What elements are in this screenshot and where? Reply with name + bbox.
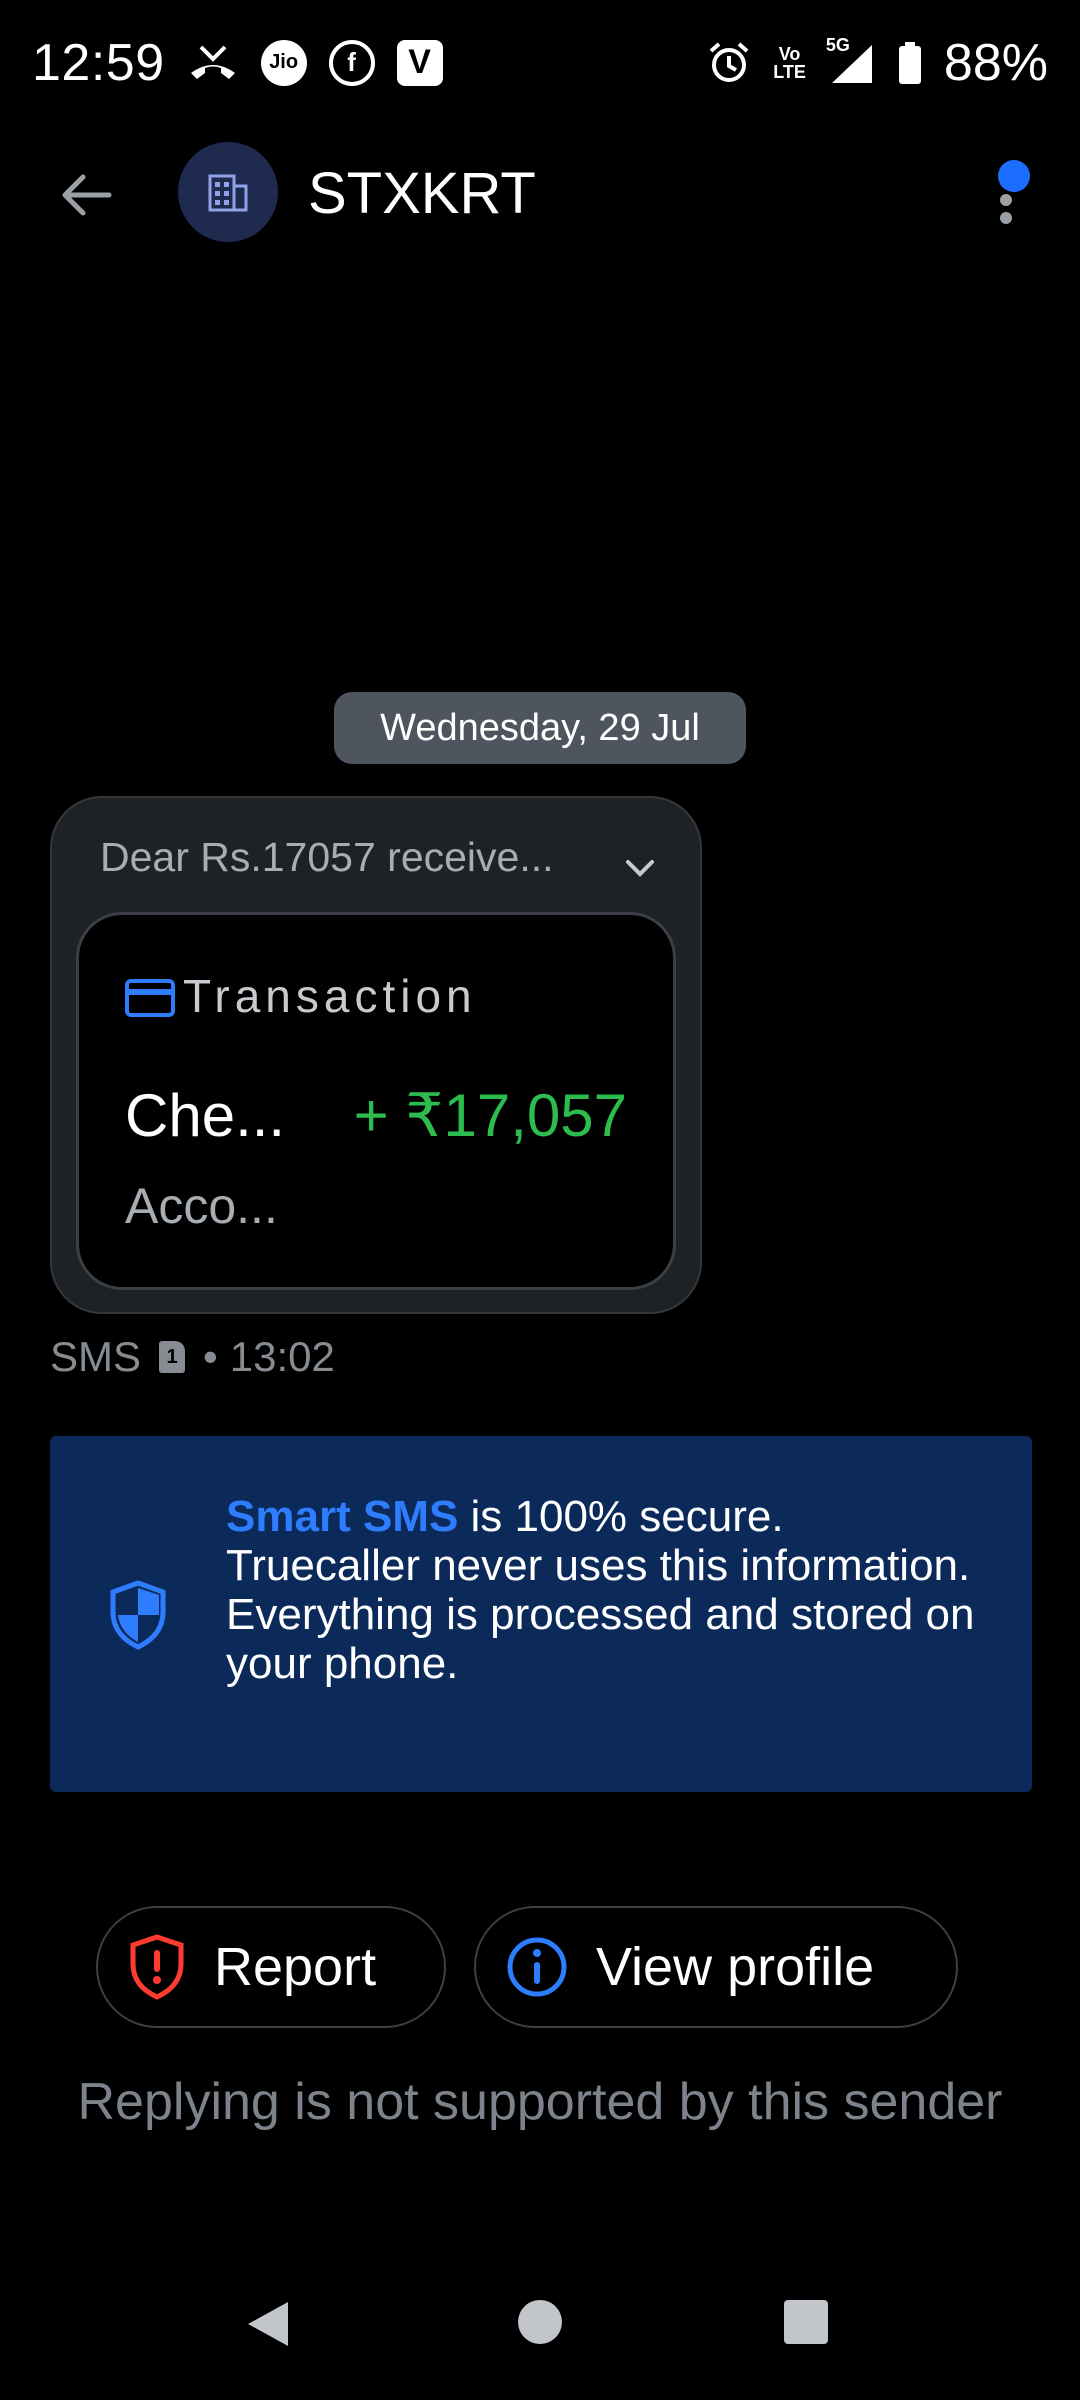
view-profile-label: View profile <box>596 1937 875 1997</box>
report-label: Report <box>214 1937 377 1997</box>
alarm-icon <box>707 41 751 85</box>
message-preview: Dear Rs.17057 receive... <box>100 834 554 880</box>
message-channel: SMS <box>50 1333 142 1380</box>
battery-percentage: 88% <box>943 33 1048 92</box>
status-bar-left: 12:59 Jio f V <box>32 33 443 93</box>
status-bar: 12:59 Jio f V Vo LTE 5G 88% <box>0 0 1080 125</box>
sender-name[interactable]: STXKRT <box>308 160 536 227</box>
card-title: Che... <box>125 1082 286 1149</box>
view-profile-button[interactable]: View profile <box>474 1906 958 2028</box>
nav-back-button[interactable] <box>244 2300 292 2353</box>
facebook-icon: f <box>328 39 375 86</box>
missed-call-icon <box>187 43 239 83</box>
battery-icon <box>898 41 922 84</box>
status-bar-right: Vo LTE 5G 88% <box>707 33 1048 93</box>
more-options-button[interactable] <box>990 160 1030 230</box>
meta-separator: • <box>203 1333 218 1380</box>
volte-icon: Vo LTE <box>773 43 806 82</box>
system-navigation-bar <box>0 2270 1080 2380</box>
shield-icon <box>108 1580 168 1655</box>
building-icon <box>208 174 248 212</box>
date-separator: Wednesday, 29 Jul <box>334 692 746 764</box>
report-button[interactable]: Report <box>96 1906 446 2028</box>
nav-home-button[interactable] <box>518 2300 562 2344</box>
back-arrow-icon <box>62 174 112 216</box>
reply-not-supported-note: Replying is not supported by this sender <box>77 2073 1003 2131</box>
nav-recents-button[interactable] <box>784 2300 828 2344</box>
credit-card-icon <box>125 979 175 1022</box>
card-type-label: Transaction <box>183 970 477 1022</box>
back-button[interactable] <box>52 160 122 230</box>
message-bubble[interactable]: Dear Rs.17057 receive... Transaction Che… <box>50 796 702 1314</box>
jio-icon: Jio <box>260 39 307 86</box>
vi-icon: V <box>396 39 443 86</box>
report-shield-icon <box>128 1934 186 2000</box>
sender-avatar[interactable] <box>178 142 278 242</box>
transaction-amount: + ₹17,057 <box>353 1082 627 1149</box>
chevron-down-icon <box>626 860 654 877</box>
banner-brand: Smart SMS <box>226 1492 459 1541</box>
nav-back-triangle-icon <box>248 2302 288 2346</box>
info-icon <box>506 1936 568 1998</box>
smart-sms-info-banner: Smart SMS is 100% secure. Truecaller nev… <box>50 1436 1032 1792</box>
message-time: 13:02 <box>229 1333 335 1380</box>
status-time: 12:59 <box>32 33 165 92</box>
transaction-card[interactable]: Transaction Che... + ₹17,057 Acco... <box>76 912 676 1290</box>
message-meta: SMS 1 • 13:02 <box>50 1332 335 1382</box>
notification-dot <box>998 160 1030 192</box>
conversation-header: STXKRT <box>0 130 1080 255</box>
banner-text: Smart SMS is 100% secure. Truecaller nev… <box>226 1492 986 1688</box>
card-subtitle: Acco... <box>125 1178 278 1234</box>
signal-5g-icon: 5G <box>826 35 876 85</box>
expand-chevron-button[interactable] <box>620 848 660 888</box>
sim-icon: 1 <box>159 1341 186 1373</box>
